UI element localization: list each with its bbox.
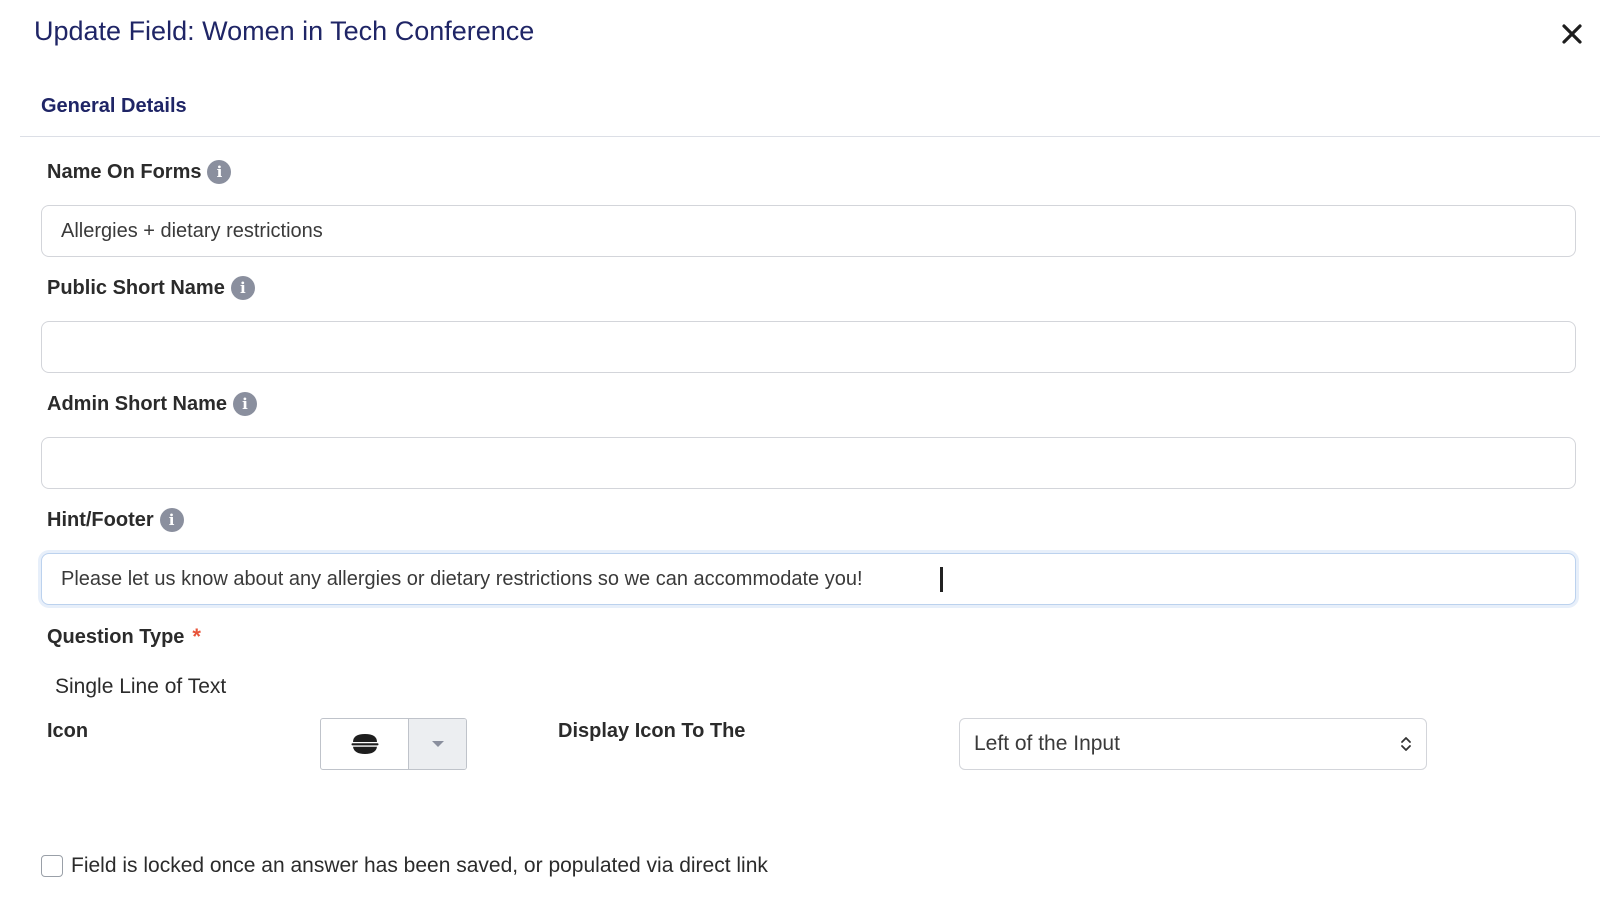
question-type-label-text: Question Type <box>47 625 185 648</box>
name-on-forms-input[interactable] <box>41 205 1576 257</box>
locked-checkbox-label[interactable]: Field is locked once an answer has been … <box>71 854 768 878</box>
info-icon[interactable]: i <box>207 160 232 184</box>
question-type-label: Question Type * <box>47 624 201 650</box>
hint-footer-input[interactable] <box>41 553 1576 605</box>
display-icon-select[interactable]: Left of the Input <box>959 718 1427 770</box>
locked-checkbox[interactable] <box>41 855 63 877</box>
name-on-forms-label-text: Name On Forms <box>47 160 202 183</box>
tab-divider <box>20 136 1600 137</box>
info-icon[interactable]: i <box>230 276 255 300</box>
name-on-forms-label: Name On Forms i <box>47 160 232 184</box>
icon-dropdown-toggle[interactable] <box>409 719 466 769</box>
public-short-name-label-text: Public Short Name <box>47 276 225 299</box>
close-icon <box>1562 24 1582 44</box>
question-type-value: Single Line of Text <box>55 675 227 698</box>
text-cursor <box>940 567 943 592</box>
display-icon-selected-value: Left of the Input <box>974 732 1120 755</box>
admin-short-name-label: Admin Short Name i <box>47 392 258 416</box>
display-icon-label-text: Display Icon To The <box>558 720 746 742</box>
info-icon[interactable]: i <box>159 508 184 532</box>
icon-label-text: Icon <box>47 720 89 742</box>
close-button[interactable] <box>1558 18 1586 50</box>
hint-footer-label-text: Hint/Footer <box>47 508 154 531</box>
modal-title: Update Field: Women in Tech Conference <box>34 16 535 46</box>
tab-general-details[interactable]: General Details <box>41 95 187 118</box>
select-chevron-icon <box>1401 737 1411 751</box>
caret-down-icon <box>431 741 444 747</box>
icon-picker[interactable] <box>320 718 467 770</box>
icon-preview[interactable] <box>321 719 409 769</box>
icon-label: Icon <box>47 720 88 743</box>
public-short-name-input[interactable] <box>41 321 1576 373</box>
hint-footer-label: Hint/Footer i <box>47 508 184 532</box>
display-icon-label: Display Icon To The <box>558 720 745 743</box>
bowl-food-icon <box>351 734 378 754</box>
locked-checkbox-row[interactable]: Field is locked once an answer has been … <box>41 854 768 878</box>
info-icon[interactable]: i <box>233 392 258 416</box>
required-marker: * <box>192 624 201 649</box>
admin-short-name-label-text: Admin Short Name <box>47 392 228 415</box>
admin-short-name-input[interactable] <box>41 437 1576 489</box>
public-short-name-label: Public Short Name i <box>47 276 255 300</box>
update-field-modal: Update Field: Women in Tech Conference G… <box>0 0 1600 920</box>
